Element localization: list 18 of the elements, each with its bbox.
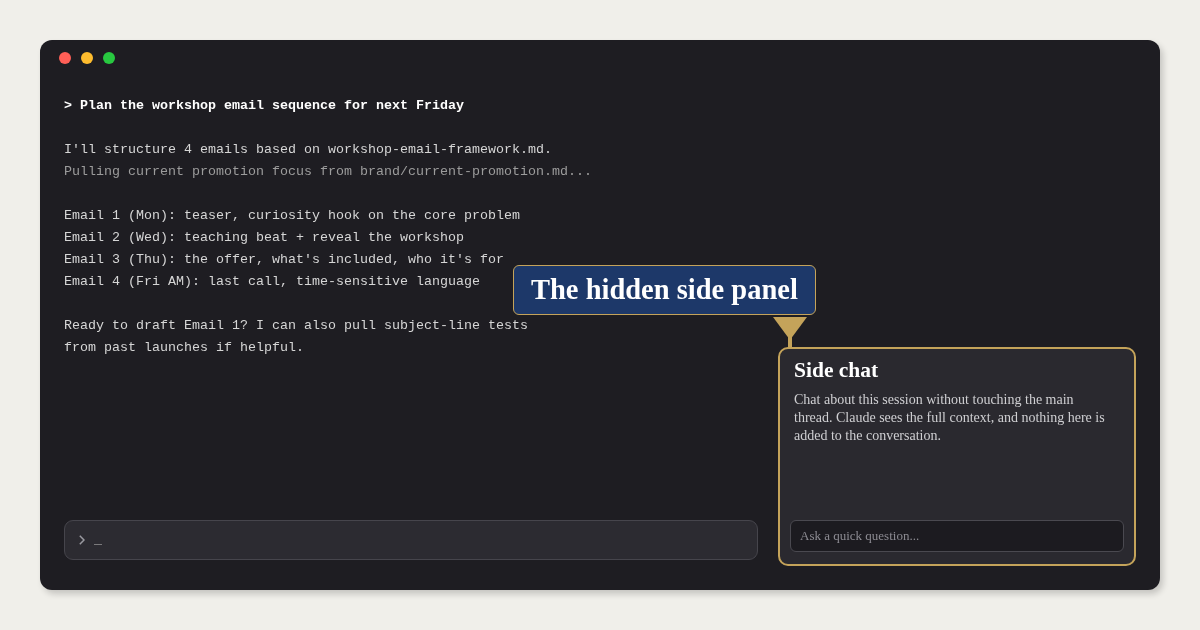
user-prompt-text: > Plan the workshop email sequence for next Friday: [64, 97, 464, 115]
window-control-icon[interactable]: [81, 52, 93, 64]
panel-description: Chat about this session without touching the main thread. Claude sees the full context, and nothing here is added to the conversation.: [794, 391, 1106, 445]
command-input-field[interactable]: _: [64, 520, 758, 560]
question-input-field[interactable]: Ask a quick question...: [790, 520, 1124, 552]
output-text: from past launches if helpful.: [64, 339, 304, 357]
output-text: Ready to draft Email 1? I can also pull subject-line tests: [64, 317, 528, 335]
output-text: I'll structure 4 emails based on workshop-email-framework.md.: [64, 141, 552, 159]
chevron-icon: [79, 535, 85, 545]
output-text: Email 1 (Mon): teaser, curiosity hook on the core problem: [64, 207, 520, 225]
output-text: Email 2 (Wed): teaching beat + reveal the workshop: [64, 229, 464, 247]
callout-label: The hidden side panel: [513, 265, 816, 315]
output-text: Email 4 (Fri AM): last call, time-sensitive language: [64, 273, 480, 291]
status-text: Pulling current promotion focus from brand/current-promotion.md...: [64, 163, 592, 181]
window-control-icon[interactable]: [103, 52, 115, 64]
output-text: Email 3 (Thu): the offer, what's included, who it's for: [64, 251, 504, 269]
window-control-icon[interactable]: [59, 52, 71, 64]
panel-title: Side chat: [794, 357, 880, 383]
